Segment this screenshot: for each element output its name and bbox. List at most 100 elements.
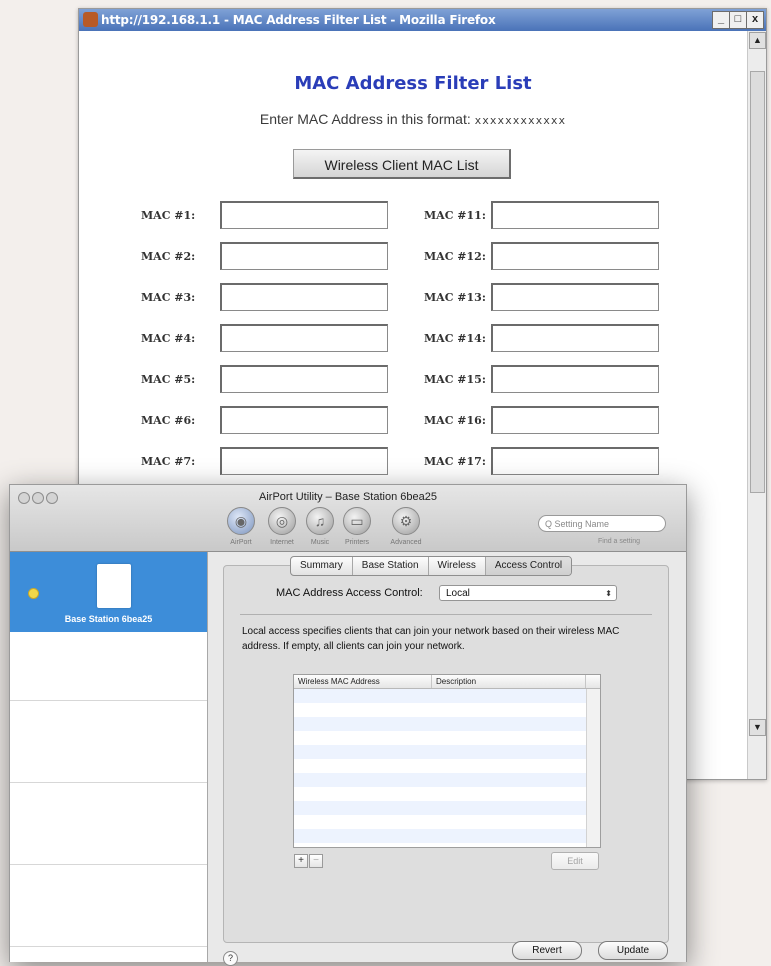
airport-utility-window: AirPort Utility – Base Station 6bea25 ◉ … (9, 484, 687, 966)
maximize-button[interactable]: □ (729, 11, 747, 29)
mac-address-input[interactable] (220, 447, 388, 475)
mac-label: MAC #7: (141, 455, 196, 468)
setting-search-input[interactable]: Q Setting Name (538, 515, 666, 532)
mac-label: MAC #6: (141, 414, 196, 427)
edit-button[interactable]: Edit (551, 852, 599, 870)
mac-address-input[interactable] (220, 283, 388, 311)
remove-mac-button[interactable]: − (309, 854, 323, 868)
mac-address-input[interactable] (491, 406, 659, 434)
wireless-client-mac-list-button[interactable]: Wireless Client MAC List (293, 149, 511, 179)
sidebar-divider (10, 700, 207, 701)
mac-address-input[interactable] (220, 365, 388, 393)
mac-label: MAC #13: (424, 291, 486, 304)
toolbar-internet[interactable]: ◎ Internet (262, 507, 302, 546)
sidebar-divider (10, 946, 207, 947)
mac-label: MAC #15: (424, 373, 486, 386)
column-header-mac[interactable]: Wireless MAC Address (294, 675, 432, 688)
format-value: xxxxxxxxxxxx (474, 114, 567, 127)
mac-address-input[interactable] (491, 447, 659, 475)
mac-address-input[interactable] (491, 201, 659, 229)
toolbar-music[interactable]: ♫ Music (300, 507, 340, 546)
airport-toolbar: AirPort Utility – Base Station 6bea25 ◉ … (10, 485, 686, 552)
table-row[interactable] (294, 815, 586, 829)
mac-address-input[interactable] (220, 242, 388, 270)
mac-address-input[interactable] (220, 324, 388, 352)
table-row[interactable] (294, 829, 586, 843)
printer-icon: ▭ (343, 507, 371, 535)
mac-label: MAC #12: (424, 250, 486, 263)
table-row[interactable] (294, 745, 586, 759)
sidebar-divider (10, 864, 207, 865)
format-instruction: Enter MAC Address in this format: xxxxxx… (79, 111, 747, 127)
sidebar-divider (10, 782, 207, 783)
mac-address-input[interactable] (491, 365, 659, 393)
table-row[interactable] (294, 731, 586, 745)
tab-wireless[interactable]: Wireless (429, 557, 486, 575)
tab-base-station[interactable]: Base Station (353, 557, 429, 575)
settings-tabs: Summary Base Station Wireless Access Con… (290, 556, 573, 576)
access-description: Local access specifies clients that can … (242, 626, 620, 652)
scroll-up-arrow-icon[interactable]: ▲ (749, 32, 766, 49)
mac-label: MAC #11: (424, 209, 486, 222)
sidebar-item-label: Base Station 6bea25 (64, 614, 153, 624)
mac-access-control-value: Local (446, 588, 470, 599)
mac-address-input[interactable] (220, 201, 388, 229)
airport-wifi-icon: ◉ (227, 507, 255, 535)
base-station-device-icon (97, 564, 131, 608)
close-button[interactable]: x (746, 11, 764, 29)
toolbar-printers[interactable]: ▭ Printers (337, 507, 377, 546)
toolbar-airport[interactable]: ◉ AirPort (221, 507, 261, 546)
advanced-gear-icon: ⚙ (392, 507, 420, 535)
table-row[interactable] (294, 759, 586, 773)
mac-label: MAC #16: (424, 414, 486, 427)
mac-label: MAC #1: (141, 209, 196, 222)
table-row[interactable] (294, 801, 586, 815)
tab-summary[interactable]: Summary (291, 557, 353, 575)
select-arrows-icon: ⬍ (605, 589, 612, 598)
mac-address-input[interactable] (491, 283, 659, 311)
table-row[interactable] (294, 773, 586, 787)
toolbar-printers-label: Printers (344, 539, 370, 546)
table-row[interactable] (294, 689, 586, 703)
toolbar-advanced[interactable]: ⚙ Advanced (386, 507, 426, 546)
page-title: MAC Address Filter List (294, 73, 532, 94)
table-row[interactable] (294, 703, 586, 717)
add-mac-button[interactable]: + (294, 854, 308, 868)
tab-access-control[interactable]: Access Control (485, 557, 572, 575)
panel-divider (240, 614, 652, 615)
internet-globe-icon: ◎ (268, 507, 296, 535)
toolbar-advanced-label: Advanced (390, 539, 422, 546)
mac-address-input[interactable] (491, 242, 659, 270)
scroll-down-arrow-icon[interactable]: ▼ (749, 719, 766, 736)
update-button[interactable]: Update (598, 941, 668, 960)
toolbar-airport-label: AirPort (230, 539, 252, 546)
firefox-window-title: http://192.168.1.1 - MAC Address Filter … (101, 13, 496, 27)
minimize-button[interactable]: _ (712, 11, 730, 29)
status-dot-icon (28, 588, 39, 599)
base-station-sidebar: Base Station 6bea25 (10, 552, 208, 962)
toolbar-internet-label: Internet (270, 539, 294, 546)
mac-address-input[interactable] (491, 324, 659, 352)
firefox-title-bar[interactable]: http://192.168.1.1 - MAC Address Filter … (79, 9, 766, 31)
mac-address-input[interactable] (220, 406, 388, 434)
help-icon[interactable]: ? (223, 951, 238, 966)
format-label: Enter MAC Address in this format: (259, 111, 471, 127)
table-header: Wireless MAC Address Description (294, 675, 600, 689)
mac-access-control-select[interactable]: Local ⬍ (439, 585, 617, 601)
table-row[interactable] (294, 717, 586, 731)
table-row[interactable] (294, 787, 586, 801)
toolbar-music-label: Music (310, 539, 330, 546)
scrollbar-thumb[interactable] (750, 71, 765, 493)
sidebar-item-base-station[interactable]: Base Station 6bea25 (10, 552, 207, 632)
firefox-scrollbar[interactable]: ▲ ▼ (747, 31, 766, 779)
table-scrollbar[interactable] (586, 689, 600, 847)
mac-label: MAC #14: (424, 332, 486, 345)
mac-label: MAC #2: (141, 250, 196, 263)
music-note-icon: ♫ (306, 507, 334, 535)
access-control-panel: Summary Base Station Wireless Access Con… (223, 556, 669, 943)
mac-address-table[interactable]: Wireless MAC Address Description (293, 674, 601, 848)
airport-window-title: AirPort Utility – Base Station 6bea25 (259, 491, 437, 503)
mac-label: MAC #4: (141, 332, 196, 345)
column-header-description[interactable]: Description (432, 675, 586, 688)
revert-button[interactable]: Revert (512, 941, 582, 960)
